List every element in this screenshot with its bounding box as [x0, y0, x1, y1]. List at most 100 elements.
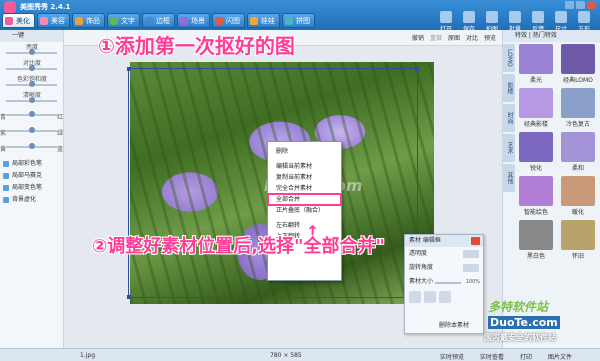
- rotation-reset-button[interactable]: [463, 264, 479, 272]
- minimize-icon[interactable]: [565, 1, 574, 9]
- menu-item-merge-current[interactable]: 完全合并素材: [268, 183, 341, 194]
- effect-item[interactable]: 锐化: [517, 132, 555, 172]
- tab-studio[interactable]: 影楼: [503, 74, 515, 102]
- main-tabs: 美化 美容 饰品 文字 边框 场景 闪图 娃娃 拼图: [2, 13, 315, 28]
- batch-icon: [509, 11, 521, 23]
- tab-shantu[interactable]: 闪图: [212, 13, 245, 28]
- redo-button[interactable]: 重做: [430, 33, 442, 42]
- yellow-blue-slider[interactable]: 黄蓝: [0, 138, 63, 154]
- menu-item-merge-all[interactable]: 全部合并: [267, 193, 342, 206]
- slider-knob[interactable]: [29, 49, 35, 55]
- contrast-slider[interactable]: 对比度: [0, 58, 63, 74]
- delete-material-button[interactable]: 删除本素材: [439, 320, 469, 329]
- brush-icon: [3, 161, 9, 167]
- effect-item[interactable]: 暖化: [559, 176, 597, 216]
- effect-item[interactable]: 经典LOMO: [559, 44, 597, 84]
- layer-icon[interactable]: [424, 291, 436, 303]
- slider-end-label: 蓝: [56, 146, 63, 153]
- tab-shipin[interactable]: 饰品: [72, 13, 105, 28]
- effect-item[interactable]: 智能绘色: [517, 176, 555, 216]
- local-color-pen[interactable]: 局部彩色笔: [0, 158, 63, 170]
- effect-label: 经典影楼: [523, 121, 548, 128]
- effect-item[interactable]: 经典影楼: [517, 88, 555, 128]
- tab-other[interactable]: 其他: [503, 164, 515, 192]
- effect-label: 黑白色: [526, 253, 545, 260]
- size-value: 100%: [465, 279, 480, 285]
- compare-button[interactable]: 对比: [466, 33, 478, 42]
- square-icon: [578, 11, 590, 23]
- tab-fashion[interactable]: 时尚: [503, 104, 515, 132]
- site-brand-watermark: 多特软件站 DuoTe.com 国内最安全的软件站: [480, 288, 600, 348]
- slider-knob[interactable]: [29, 65, 35, 71]
- menu-item-copy[interactable]: 复制当前素材: [268, 172, 341, 183]
- menu-item-multiply[interactable]: 正片叠底（融合）: [268, 205, 341, 216]
- tab-meihua[interactable]: 美化: [2, 13, 35, 28]
- menu-item-delete[interactable]: 删除: [268, 146, 341, 157]
- slider-knob[interactable]: [29, 97, 35, 103]
- tab-wenzi[interactable]: 文字: [107, 13, 140, 28]
- item-label: 背景虚化: [12, 196, 37, 203]
- menu-item-edit[interactable]: 编辑当前素材: [268, 161, 341, 172]
- tab-art[interactable]: 艺术: [503, 134, 515, 162]
- effects-header[interactable]: 特效 | 热门特效: [503, 30, 600, 42]
- effect-item[interactable]: 柔和: [559, 132, 597, 172]
- meirong-icon: [40, 17, 48, 25]
- resize-handle[interactable]: [127, 67, 131, 71]
- slider-knob[interactable]: [29, 143, 35, 149]
- tab-wawa[interactable]: 娃娃: [247, 13, 280, 28]
- effect-thumbnail: [561, 220, 595, 250]
- slider-knob[interactable]: [29, 111, 35, 117]
- tab-pintu[interactable]: 拼图: [282, 13, 315, 28]
- effect-label: 冷色复古: [565, 121, 590, 128]
- tab-meirong[interactable]: 美容: [37, 13, 70, 28]
- background-blur[interactable]: 背景虚化: [0, 194, 63, 206]
- close-icon[interactable]: [471, 237, 480, 245]
- shipin-icon: [75, 17, 83, 25]
- tab-changjing[interactable]: 场景: [177, 13, 210, 28]
- slider-knob[interactable]: [29, 127, 35, 133]
- step1-annotation: ①添加第一次抠好的图: [98, 34, 295, 58]
- effect-item[interactable]: 黑白色: [517, 220, 555, 260]
- status-item[interactable]: 图片文件: [548, 352, 572, 361]
- close-icon[interactable]: [587, 1, 596, 9]
- one-click-header[interactable]: 一键: [0, 30, 63, 42]
- size-label: 素材大小: [409, 278, 434, 285]
- effect-item[interactable]: 怀旧: [559, 220, 597, 260]
- resize-handle[interactable]: [415, 67, 419, 71]
- size-slider[interactable]: [435, 282, 461, 284]
- effect-thumbnail: [519, 88, 553, 118]
- cyan-red-slider[interactable]: 青红: [0, 106, 63, 122]
- magenta-green-slider[interactable]: 紫绿: [0, 122, 63, 138]
- tab-lomo[interactable]: LOMO: [503, 44, 515, 72]
- saturation-slider[interactable]: 色彩饱和度: [0, 74, 63, 90]
- shantu-icon: [215, 17, 223, 25]
- resize-handle[interactable]: [127, 295, 131, 299]
- effect-item[interactable]: 冷色复古: [559, 88, 597, 128]
- effects-grid: 柔光 经典LOMO 经典影楼 冷色复古 锐化 柔和 智能绘色 暖化 黑白色 怀旧: [517, 44, 597, 260]
- local-mosaic[interactable]: 局部马赛克: [0, 170, 63, 182]
- copy-icon[interactable]: [439, 291, 451, 303]
- opacity-reset-button[interactable]: [463, 250, 479, 258]
- camera-icon: [486, 11, 498, 23]
- menu-item-flip-h[interactable]: 左右翻转: [268, 220, 341, 231]
- status-item[interactable]: 打印: [520, 352, 532, 361]
- preview-button[interactable]: 预览: [484, 33, 496, 42]
- brightness-slider[interactable]: 亮度: [0, 42, 63, 58]
- undo-button[interactable]: 撤销: [412, 33, 424, 42]
- effect-thumbnail: [519, 44, 553, 74]
- tab-label: 娃娃: [261, 17, 275, 25]
- status-item[interactable]: 实时预览: [440, 352, 464, 361]
- effect-item[interactable]: 柔光: [517, 44, 555, 84]
- original-button[interactable]: 原图: [448, 33, 460, 42]
- local-recolor-pen[interactable]: 局部变色笔: [0, 182, 63, 194]
- sharpness-slider[interactable]: 清晰度: [0, 90, 63, 106]
- effect-thumbnail: [561, 44, 595, 74]
- effect-label: 柔和: [571, 165, 584, 172]
- maximize-icon[interactable]: [576, 1, 585, 9]
- tab-biankuang[interactable]: 边框: [142, 13, 175, 28]
- slider-knob[interactable]: [29, 81, 35, 87]
- status-item[interactable]: 实时查看: [480, 352, 504, 361]
- canvas-area: ①添加第一次抠好的图 DuoTe.com 删除 编辑当前素材 复制当前素材 完全…: [64, 34, 502, 348]
- flip-icon[interactable]: [409, 291, 421, 303]
- step2-annotation: ②调整好素材位置后,选择"全部合并": [92, 236, 385, 257]
